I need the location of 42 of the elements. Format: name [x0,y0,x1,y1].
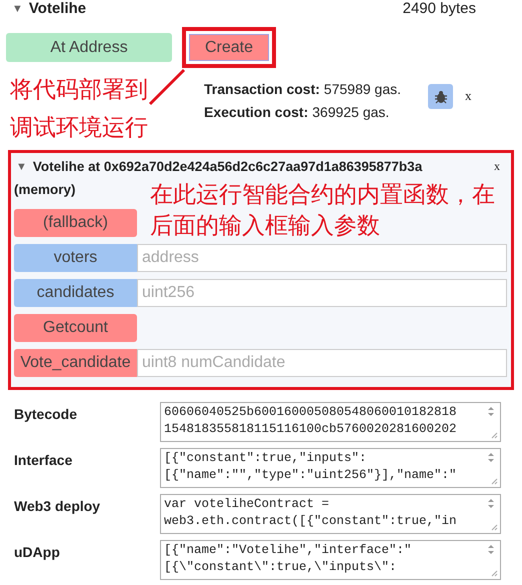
close-button[interactable]: x [465,86,472,106]
annotation-text: 在此运行智能合约的内置函数，在后面的输入框输入参数 [150,180,496,240]
function-button[interactable]: Vote_candidate [14,348,137,376]
code-line: [{"constant":true,"inputs": [164,450,368,466]
at-address-button[interactable]: At Address [6,33,172,62]
function-button[interactable]: candidates [14,278,137,306]
detail-label: Bytecode [14,404,78,424]
code-field[interactable]: var voteliheContract = web3.eth.contract([{"constant":true,"in [160,494,501,534]
detail-label: uDApp [14,542,61,562]
close-button[interactable]: x [494,157,500,175]
instance-location: (memory) [14,181,76,200]
code-line: var voteliheContract = [164,496,330,512]
create-button[interactable]: Create [189,34,269,61]
execution-cost-value: 369925 gas. [312,103,390,122]
function-button[interactable]: (fallback) [14,208,137,236]
execution-cost-label: Execution cost: [204,103,308,122]
code-line: [{\"constant\":true,\"inputs\": [164,558,398,576]
code-line: 154818355818115116100cb5760020281600202 [164,420,458,438]
parameter-field[interactable]: uint256 [137,278,507,306]
parameter-field[interactable]: uint8 numCandidate [137,348,507,376]
code-line: [{"name":"Votelihe","interface":" [164,542,413,558]
code-field[interactable]: [{"constant":true,"inputs": [{"name":"","type":"uint256"}],"name":" [160,448,501,488]
function-button[interactable]: voters [14,244,137,272]
code-field[interactable]: [{"name":"Votelihe","interface":" [{\"constant\":true,\"inputs\": [160,540,501,580]
detail-label: Interface [14,450,74,470]
transaction-cost-value: 575989 gas. [324,80,401,99]
parameter-field[interactable]: address [137,244,507,272]
instance-title: Votelihe at 0x692a70d2e424a56d2c6c27aa97d1a86395877b3a [32,158,422,176]
collapse-toggle[interactable]: ▼ [16,158,27,176]
function-button[interactable]: Getcount [14,314,137,342]
debug-button[interactable] [428,84,453,109]
transaction-cost-label: Transaction cost: [204,80,320,99]
annotation-text: 将代码部署到调试环境运行 [10,75,149,142]
detail-label: Web3 deploy [14,496,102,516]
code-line: web3.eth.contract([{"constant":true,"in [164,512,458,530]
code-line: [{"name":"","type":"uint256"}],"name":" [164,466,458,484]
bug-icon [434,90,448,104]
contract-name: Votelihe [28,0,86,19]
code-line: 60606040525b600160005080548060010182818 [164,404,458,420]
code-field[interactable]: 60606040525b600160005080548060010182818 154818355818115116100cb5760020281600202 [160,402,501,442]
collapse-toggle[interactable]: ▼ [12,0,23,18]
contract-size: 2490 bytes [402,0,476,19]
